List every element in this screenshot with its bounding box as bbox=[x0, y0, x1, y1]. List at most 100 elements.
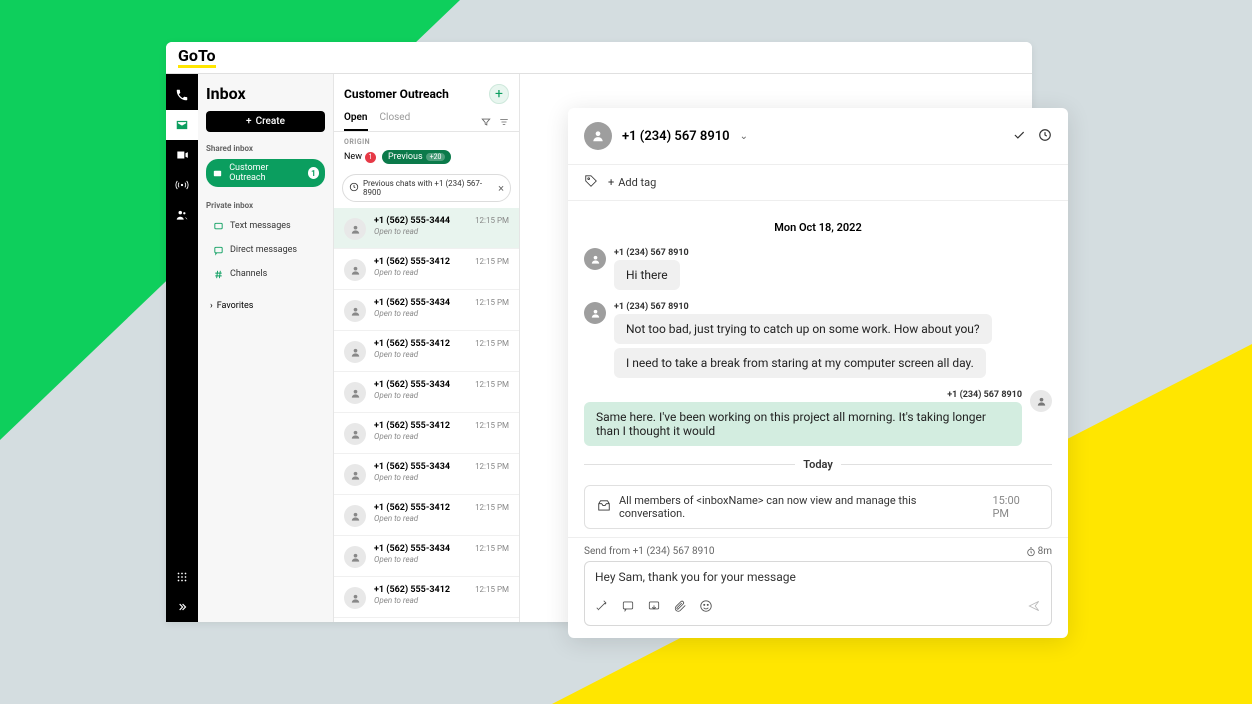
conversation-number: +1 (562) 555-3434 bbox=[374, 298, 467, 308]
inbox-panel: Inbox +Create Shared inbox Customer Outr… bbox=[198, 74, 334, 622]
avatar bbox=[344, 546, 366, 568]
avatar bbox=[344, 464, 366, 486]
template-icon[interactable] bbox=[647, 598, 661, 617]
conversation-number: +1 (562) 555-3412 bbox=[374, 257, 467, 267]
chevron-down-icon[interactable]: ⌄ bbox=[740, 131, 748, 142]
rail-apps[interactable] bbox=[166, 562, 198, 592]
conversation-preview: Open to read bbox=[374, 555, 467, 564]
conversation-item[interactable]: +1 (562) 555-3412Open to read12:15 PM bbox=[334, 249, 519, 290]
inbox-icon bbox=[212, 167, 223, 179]
chat-title[interactable]: +1 (234) 567 8910 bbox=[622, 129, 730, 144]
filter-new[interactable]: New1 bbox=[344, 152, 376, 163]
chat-panel: +1 (234) 567 8910 ⌄ +Add tag Mon Oct 18,… bbox=[568, 108, 1068, 638]
conversation-preview: Open to read bbox=[374, 350, 467, 359]
resolve-icon[interactable] bbox=[1012, 127, 1026, 146]
origin-label: ORIGIN bbox=[344, 138, 509, 146]
private-inbox-item[interactable]: Text messages bbox=[206, 216, 325, 236]
conversation-item[interactable]: +1 (562) 555-3412Open to read12:15 PM bbox=[334, 577, 519, 618]
tab-closed[interactable]: Closed bbox=[380, 112, 411, 131]
private-inbox-item[interactable]: Direct messages bbox=[206, 240, 325, 260]
conversation-preview: Open to read bbox=[374, 514, 467, 523]
conversation-panel: Customer Outreach + Open Closed ORIGIN N… bbox=[334, 74, 520, 622]
close-icon[interactable]: × bbox=[498, 182, 504, 195]
previous-count-badge: +20 bbox=[426, 153, 446, 161]
message-text[interactable]: Hey Sam, thank you for your message bbox=[595, 570, 1041, 590]
composer: Send from +1 (234) 567 8910 8m Hey Sam, … bbox=[568, 537, 1068, 638]
conversation-preview: Open to read bbox=[374, 391, 467, 400]
add-tag-button[interactable]: +Add tag bbox=[608, 176, 656, 189]
conversation-preview: Open to read bbox=[374, 309, 467, 318]
system-time: 15:00 PM bbox=[992, 494, 1039, 520]
rail-expand[interactable] bbox=[166, 592, 198, 622]
conversation-preview: Open to read bbox=[374, 432, 467, 441]
avatar bbox=[344, 423, 366, 445]
conversation-item[interactable]: +1 (562) 555-3434Open to read 12:15 PM bbox=[334, 290, 519, 331]
history-icon bbox=[349, 182, 359, 194]
message-bubble: I need to take a break from staring at m… bbox=[614, 348, 986, 378]
message: +1 (234) 567 8910Hi there bbox=[584, 248, 1052, 294]
rail-broadcast[interactable] bbox=[166, 170, 198, 200]
conversation-item[interactable]: +1 (562) 555-3412Open to read12:15 PM bbox=[334, 413, 519, 454]
private-inbox-item[interactable]: Channels bbox=[206, 264, 325, 284]
rail-phone[interactable] bbox=[166, 80, 198, 110]
send-button[interactable] bbox=[1027, 598, 1041, 617]
shared-inbox-label: Shared inbox bbox=[206, 144, 325, 153]
avatar bbox=[344, 218, 366, 240]
reply-icon[interactable] bbox=[621, 598, 635, 617]
conversation-time: 12:15 PM bbox=[475, 503, 509, 512]
magic-icon[interactable] bbox=[595, 598, 609, 617]
plus-icon: + bbox=[246, 116, 252, 127]
conversation-preview: Open to read bbox=[374, 473, 467, 482]
avatar bbox=[584, 248, 606, 270]
list-tabs: Open Closed bbox=[334, 104, 519, 132]
tag-icon bbox=[584, 173, 598, 192]
date-separator: Today bbox=[584, 458, 1052, 471]
conversation-preview: Open to read bbox=[374, 596, 467, 605]
avatar bbox=[344, 382, 366, 404]
filter-previous[interactable]: Previous+20 bbox=[382, 150, 452, 164]
list-title: Customer Outreach bbox=[344, 87, 449, 101]
count-badge: 1 bbox=[308, 167, 319, 179]
avatar bbox=[1030, 390, 1052, 412]
message: +1 (234) 567 8910Not too bad, just tryin… bbox=[584, 302, 1052, 382]
conversation-number: +1 (562) 555-3412 bbox=[374, 585, 467, 595]
conversation-preview: Open to read bbox=[374, 227, 467, 236]
attach-icon[interactable] bbox=[673, 598, 687, 617]
tag-row: +Add tag bbox=[568, 164, 1068, 201]
add-conversation-button[interactable]: + bbox=[489, 84, 509, 104]
chevron-right-icon: › bbox=[210, 301, 213, 311]
message-bubble: Hi there bbox=[614, 260, 680, 290]
conversation-list[interactable]: +1 (562) 555-3444Open to read12:15 PM +1 … bbox=[334, 208, 519, 622]
conversation-time: 12:15 PM bbox=[475, 257, 509, 266]
conversation-item[interactable]: +1 (562) 555-3434Open to read12:15 PM bbox=[334, 454, 519, 495]
chat-header: +1 (234) 567 8910 ⌄ bbox=[568, 108, 1068, 164]
conversation-time: 12:15 PM bbox=[475, 298, 509, 307]
date-separator: Mon Oct 18, 2022 bbox=[584, 221, 1052, 234]
avatar bbox=[344, 341, 366, 363]
conversation-time: 12:15 PM bbox=[475, 421, 509, 430]
tab-open[interactable]: Open bbox=[344, 112, 368, 131]
favorites-toggle[interactable]: › Favorites bbox=[206, 298, 325, 314]
avatar bbox=[344, 505, 366, 527]
rail-contacts[interactable] bbox=[166, 200, 198, 230]
history-icon[interactable] bbox=[1038, 127, 1052, 146]
conversation-item[interactable]: +1 (562) 555-3412Open to read 12:15 PM bbox=[334, 331, 519, 372]
conversation-item[interactable]: +1 (562) 555-3434Open to read12:15 PM bbox=[334, 372, 519, 413]
topbar: GoTo bbox=[166, 42, 1032, 74]
conversation-item[interactable]: +1 (562) 555-3434Open to read12:15 PM bbox=[334, 536, 519, 577]
previous-chat-chip[interactable]: Previous chats with +1 (234) 567-8900 × bbox=[342, 174, 511, 202]
create-button[interactable]: +Create bbox=[206, 111, 325, 132]
message-list[interactable]: Mon Oct 18, 2022 +1 (234) 567 8910Hi the… bbox=[568, 201, 1068, 537]
message-input[interactable]: Hey Sam, thank you for your message bbox=[584, 561, 1052, 626]
rail-inbox[interactable] bbox=[166, 110, 198, 140]
conversation-item[interactable]: +1 (562) 555-3444Open to read12:15 PM bbox=[334, 208, 519, 249]
filter-icon[interactable] bbox=[481, 112, 491, 131]
rail-video[interactable] bbox=[166, 140, 198, 170]
shared-inbox-item[interactable]: Customer Outreach1 bbox=[206, 159, 325, 187]
conversation-number: +1 (562) 555-3412 bbox=[374, 339, 467, 349]
sort-icon[interactable] bbox=[499, 112, 509, 131]
conversation-time: 12:15 PM bbox=[475, 339, 509, 348]
system-message: All members of <inboxName> can now view … bbox=[584, 485, 1052, 529]
emoji-icon[interactable] bbox=[699, 598, 713, 617]
conversation-item[interactable]: +1 (562) 555-3412Open to read12:15 PM bbox=[334, 495, 519, 536]
